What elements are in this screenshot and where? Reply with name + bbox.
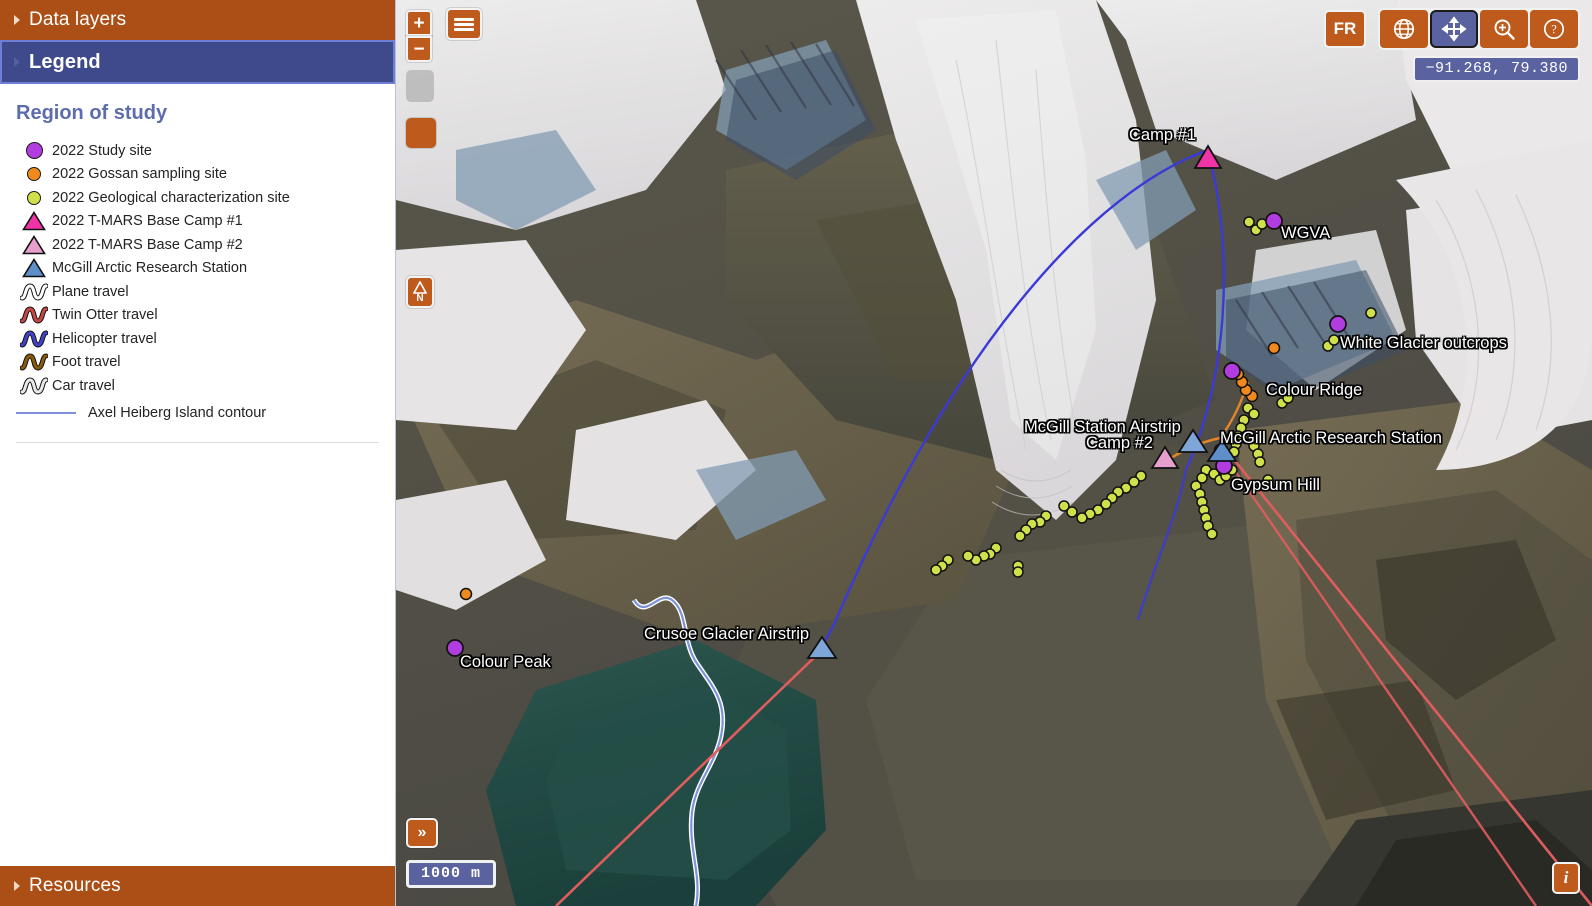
squiggle-line-icon <box>20 330 48 348</box>
north-label: N <box>416 292 424 304</box>
legend-item-label: Car travel <box>52 377 115 394</box>
legend-item: Foot travel <box>16 351 395 375</box>
circle-marker-icon <box>27 167 41 182</box>
legend-item-contour: Axel Heiberg Island contour <box>0 398 395 428</box>
legend-divider <box>16 441 379 443</box>
zoom-in-button[interactable]: + <box>406 10 432 36</box>
legend-item: 2022 T-MARS Base Camp #1 <box>16 210 395 234</box>
map-vector-overlay <box>446 144 1592 906</box>
legend-item: Car travel <box>16 374 395 398</box>
data-layers-section-header[interactable]: Data layers <box>0 0 395 40</box>
legend-item-label: McGill Arctic Research Station <box>52 260 248 277</box>
zoom-icon <box>1494 19 1515 40</box>
legend-section-header[interactable]: Legend <box>0 40 395 84</box>
squiggle-line-icon <box>20 306 48 324</box>
zoom-in-icon: + <box>413 12 425 34</box>
info-icon: i <box>1563 868 1569 887</box>
legend-symbol-triangle <box>16 211 52 231</box>
svg-text:?: ? <box>1551 23 1557 37</box>
map-tool-group: ? <box>1378 8 1580 50</box>
pan-button[interactable] <box>1430 10 1478 48</box>
zoom-out-button[interactable]: − <box>406 36 432 62</box>
legend-item: Plane travel <box>16 280 395 304</box>
hamburger-menu-icon <box>454 16 474 33</box>
chevron-right-icon <box>14 57 20 67</box>
legend-item: Twin Otter travel <box>16 304 395 328</box>
map-overlay-button[interactable] <box>406 70 434 102</box>
legend-item-label: Foot travel <box>52 354 121 371</box>
legend-symbol-line <box>16 352 52 372</box>
triangle-marker-icon <box>22 258 46 278</box>
squiggle-line-icon <box>20 283 48 301</box>
legend-symbol-circle <box>16 190 52 205</box>
legend-item: 2022 Geological characterization site <box>16 186 395 210</box>
squiggle-line-icon <box>20 353 48 371</box>
legend-item-label: 2022 Gossan sampling site <box>52 166 227 183</box>
contour-line-icon <box>16 411 76 414</box>
resources-section-header[interactable]: Resources <box>0 866 395 906</box>
squiggle-line-icon <box>20 377 48 395</box>
sidebar-panel: Data layers Legend Region of study 2022 … <box>0 0 396 906</box>
circle-marker-icon <box>25 142 43 160</box>
language-toggle-button[interactable]: FR <box>1324 10 1366 48</box>
zoom-out-icon: − <box>413 38 425 60</box>
basemap-button[interactable] <box>1380 10 1428 48</box>
language-label: FR <box>1333 19 1357 38</box>
legend-body: Region of study 2022 Study site 2022 Goss… <box>0 84 395 866</box>
triangle-marker-icon <box>22 234 46 255</box>
legend-item-label: 2022 Geological characterization site <box>52 189 290 206</box>
map-tool-button[interactable] <box>406 118 436 148</box>
resources-label: Resources <box>29 875 121 896</box>
legend-symbol-line <box>16 329 52 349</box>
legend-item: McGill Arctic Research Station <box>16 257 395 281</box>
legend-item-label: 2022 T-MARS Base Camp #1 <box>52 213 243 230</box>
circle-marker-icon <box>27 190 41 205</box>
legend-symbol-line <box>16 305 52 325</box>
legend-item: Helicopter travel <box>16 327 395 351</box>
map-toolbar: FR ? <box>1324 8 1580 50</box>
legend-item-label: Helicopter travel <box>52 330 157 347</box>
double-chevron-right-icon: » <box>417 824 427 841</box>
legend-item-label: Plane travel <box>52 283 129 300</box>
legend-symbol-circle <box>16 167 52 182</box>
expand-panel-button[interactable]: » <box>406 818 438 848</box>
legend-symbol-circle <box>16 142 52 160</box>
zoom-tool-button[interactable] <box>1480 10 1528 48</box>
legend-item-label: 2022 T-MARS Base Camp #2 <box>52 236 243 253</box>
legend-label: Legend <box>29 50 101 73</box>
map-menu-button[interactable] <box>446 8 482 40</box>
legend-symbol-triangle <box>16 234 52 255</box>
north-arrow-button[interactable]: N <box>406 276 434 308</box>
globe-icon <box>1393 18 1415 40</box>
legend-symbol-line <box>16 282 52 302</box>
legend-item-label: Axel Heiberg Island contour <box>88 404 267 421</box>
legend-item-list: 2022 Study site 2022 Gossan sampling site… <box>0 139 395 398</box>
triangle-marker-icon <box>22 211 46 231</box>
coordinate-readout: −91.268, 79.380 <box>1413 56 1580 82</box>
chevron-right-icon <box>14 881 20 891</box>
legend-item-label: Twin Otter travel <box>52 307 158 324</box>
map-canvas[interactable]: Camp #1 WGVA White Glacier outcrops Colour … <box>396 0 1592 906</box>
legend-title: Region of study <box>16 102 168 124</box>
legend-item: 2022 Gossan sampling site <box>16 163 395 187</box>
north-triangle-icon <box>413 280 427 294</box>
legend-item: 2022 T-MARS Base Camp #2 <box>16 233 395 257</box>
legend-item-label: 2022 Study site <box>52 142 152 159</box>
legend-symbol-line <box>16 376 52 396</box>
chevron-right-icon <box>14 15 20 25</box>
help-button[interactable]: ? <box>1530 10 1578 48</box>
legend-symbol-triangle <box>16 258 52 278</box>
pan-icon <box>1441 16 1467 42</box>
data-layers-label: Data layers <box>29 9 127 30</box>
info-button[interactable]: i <box>1552 862 1580 894</box>
map-scale-bar: 1000 m <box>406 860 497 888</box>
legend-item: 2022 Study site <box>16 139 395 163</box>
help-icon: ? <box>1543 18 1565 40</box>
